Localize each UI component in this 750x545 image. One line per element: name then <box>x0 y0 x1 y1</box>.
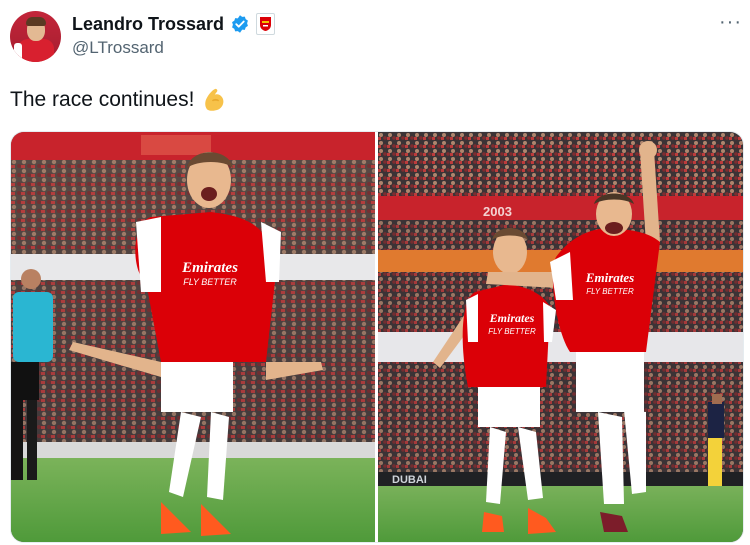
tweet-body: The race continues! <box>10 88 195 111</box>
author-avatar[interactable] <box>10 11 61 62</box>
tweet-media-grid: Emirates FLY BETTER 2003 DUBAI Emirates … <box>10 131 744 543</box>
author-handle[interactable]: @LTrossard <box>72 38 164 58</box>
opponent-figure <box>708 394 724 486</box>
more-options-icon[interactable]: ··· <box>719 11 742 34</box>
author-name-row: Leandro Trossard <box>72 13 276 35</box>
avatar-shirt <box>14 39 54 62</box>
sponsor-text-right-p2-2: FLY BETTER <box>586 287 634 296</box>
stand-year-text: 2003 <box>483 204 512 219</box>
avatar-hair <box>26 17 46 26</box>
tweet-text: The race continues! <box>10 86 228 114</box>
affiliate-badge-icon[interactable] <box>256 13 276 35</box>
sponsor-text-left-1: Emirates <box>181 260 238 276</box>
sponsor-text-right-p2-1: Emirates <box>585 270 634 285</box>
verified-badge-icon[interactable] <box>230 14 250 34</box>
board-text: DUBAI <box>392 474 427 486</box>
sponsor-text-right-p1-2: FLY BETTER <box>488 327 536 336</box>
pitch <box>11 458 375 542</box>
photo-celebration-left[interactable]: Emirates FLY BETTER <box>11 132 375 542</box>
author-name[interactable]: Leandro Trossard <box>72 14 224 35</box>
sponsor-text-left-2: FLY BETTER <box>183 277 237 287</box>
flexed-biceps-icon <box>205 88 224 111</box>
sponsor-text-right-p1-1: Emirates <box>489 311 535 325</box>
pitch <box>378 486 743 542</box>
photo-celebration-right[interactable]: 2003 DUBAI Emirates FLY BETTER Emirates … <box>378 132 743 542</box>
